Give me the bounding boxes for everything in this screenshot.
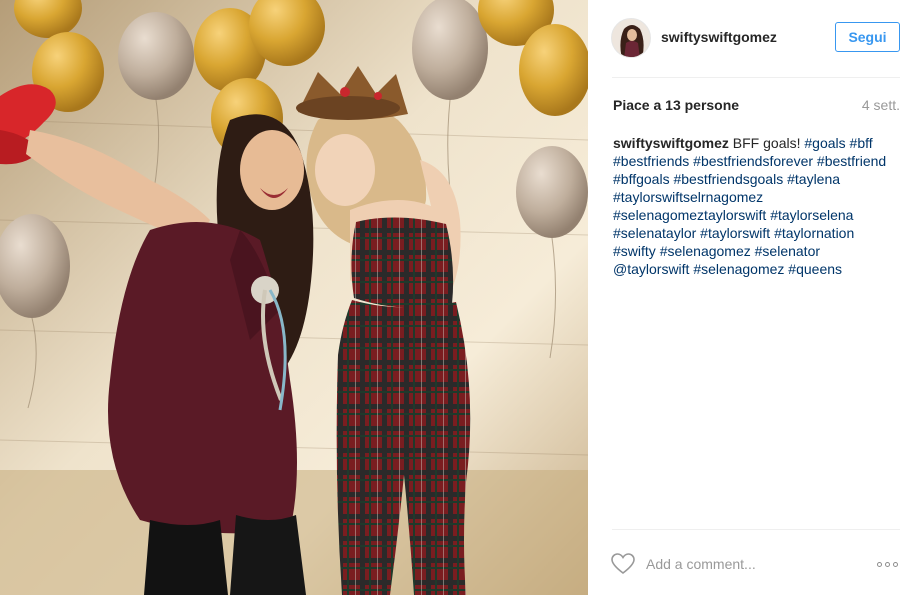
caption-hashtag-link[interactable]: #bff [850, 135, 873, 151]
caption-hashtag-link[interactable]: #swifty [613, 243, 656, 259]
header-divider [612, 77, 900, 78]
post-photo[interactable] [0, 0, 588, 595]
caption-hashtag-link[interactable]: #bffgoals [613, 171, 670, 187]
caption-hashtag-link[interactable]: #selenagomez [660, 243, 751, 259]
post-details-panel: swiftyswiftgomez Segui Piace a 13 person… [588, 0, 902, 595]
caption-hashtag-link[interactable]: #taylornation [774, 225, 854, 241]
caption-hashtag-link[interactable]: #taylena [787, 171, 840, 187]
follow-button[interactable]: Segui [835, 22, 900, 52]
caption-hashtag-link[interactable]: #bestfriendsforever [693, 153, 813, 169]
caption-hashtag-link[interactable]: @taylorswift [613, 261, 689, 277]
caption-hashtag-link[interactable]: #goals [804, 135, 845, 151]
caption-hashtag-link[interactable]: #selenator [755, 243, 820, 259]
caption-hashtag-link[interactable]: #queens [788, 261, 842, 277]
caption-hashtag-link[interactable]: #taylorswift [700, 225, 770, 241]
post-caption: swiftyswiftgomez BFF goals! #goals #bff … [613, 134, 895, 278]
caption-hashtag-link[interactable]: #bestfriends [613, 153, 689, 169]
caption-username[interactable]: swiftyswiftgomez [613, 135, 729, 151]
caption-hashtag-link[interactable]: #bestfriendsgoals [673, 171, 783, 187]
post-header: swiftyswiftgomez Segui [588, 0, 902, 77]
caption-hashtags: #goals #bff #bestfriends #bestfriendsfor… [613, 135, 886, 277]
comment-divider [612, 529, 900, 530]
heart-icon[interactable] [611, 553, 635, 575]
caption-hashtag-link[interactable]: #bestfriend [817, 153, 886, 169]
likes-count[interactable]: Piace a 13 persone [613, 97, 739, 113]
post-author-username[interactable]: swiftyswiftgomez [661, 29, 777, 45]
caption-text: BFF goals! [732, 135, 801, 151]
more-options-icon[interactable] [874, 554, 900, 574]
comment-input[interactable] [646, 552, 836, 576]
avatar-image [612, 19, 650, 57]
avatar[interactable] [611, 18, 651, 58]
caption-hashtag-link[interactable]: #selenagomeztaylorswift [613, 207, 766, 223]
post-timestamp[interactable]: 4 sett. [862, 97, 900, 113]
comment-bar [588, 546, 902, 582]
caption-hashtag-link[interactable]: #selenagomez [693, 261, 784, 277]
party-photo-illustration [0, 0, 588, 595]
caption-hashtag-link[interactable]: #taylorswiftselrnagomez [613, 189, 763, 205]
caption-hashtag-link[interactable]: #selenataylor [613, 225, 696, 241]
caption-hashtag-link[interactable]: #taylorselena [770, 207, 853, 223]
